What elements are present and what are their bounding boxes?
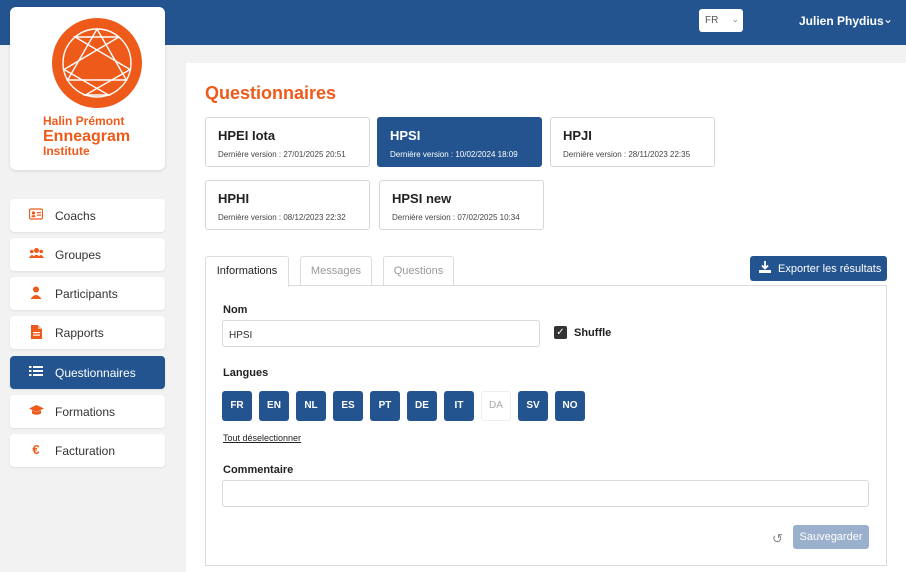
questionnaire-card[interactable]: HPSI new Dernière version : 07/02/2025 1… [379, 180, 544, 230]
questionnaire-card-selected[interactable]: HPSI Dernière version : 10/02/2024 18:09 [377, 117, 542, 167]
sidebar-item-label: Coachs [55, 209, 96, 223]
logo-card[interactable]: Halin Prémont Enneagram Institute [10, 7, 165, 170]
user-menu-chevron-icon[interactable]: ⌄ [883, 12, 893, 26]
language-select[interactable]: FR ⌄ [699, 9, 743, 32]
id-card-icon [28, 208, 44, 222]
sidebar-item-label: Formations [55, 405, 116, 419]
nom-label: Nom [223, 304, 248, 316]
sidebar-item-coachs[interactable]: Coachs [10, 199, 165, 232]
deselect-all-link[interactable]: Tout déselectionner [223, 433, 301, 443]
sidebar-item-rapports[interactable]: Rapports [10, 316, 165, 349]
euro-icon: € [32, 442, 40, 457]
users-icon [29, 247, 44, 261]
sidebar-item-facturation[interactable]: € Facturation [10, 434, 165, 467]
questionnaire-name: HPSI new [392, 191, 452, 206]
shuffle-checkbox[interactable]: ✓ [554, 326, 567, 339]
graduation-cap-icon [29, 404, 44, 418]
questionnaire-version: Dernière version : 28/11/2023 22:35 [563, 150, 691, 159]
chevron-down-icon: ⌄ [731, 14, 739, 24]
questionnaire-version: Dernière version : 08/12/2023 22:32 [218, 213, 346, 222]
language-chip-nl[interactable]: NL [296, 391, 326, 421]
nom-input[interactable]: HPSI [222, 320, 540, 347]
language-chip-sv[interactable]: SV [518, 391, 548, 421]
shuffle-label: Shuffle [574, 327, 612, 339]
sidebar-item-label: Questionnaires [55, 366, 136, 380]
export-results-label: Exporter les résultats [778, 263, 882, 275]
sidebar-item-formations[interactable]: Formations [10, 395, 165, 428]
language-chip-es[interactable]: ES [333, 391, 363, 421]
language-select-value: FR [705, 15, 719, 26]
enneagram-logo-icon [52, 18, 142, 108]
sidebar-item-label: Rapports [55, 326, 104, 340]
questionnaire-name: HPSI [390, 128, 421, 143]
tab-questions[interactable]: Questions [383, 256, 454, 286]
logo-line-1: Halin Prémont [43, 114, 125, 128]
questionnaire-version: Dernière version : 10/02/2024 18:09 [390, 150, 518, 159]
sidebar-item-label: Facturation [55, 444, 116, 458]
sidebar-item-label: Groupes [55, 248, 102, 262]
reset-icon[interactable]: ↺ [772, 531, 783, 547]
logo-line-3: Institute [43, 144, 90, 158]
save-button[interactable]: Sauvegarder [793, 525, 869, 549]
questionnaire-card[interactable]: HPEI Iota Dernière version : 27/01/2025 … [205, 117, 370, 167]
sidebar-item-groupes[interactable]: Groupes [10, 238, 165, 271]
questionnaire-name: HPHI [218, 191, 250, 206]
questionnaire-version: Dernière version : 27/01/2025 20:51 [218, 150, 346, 159]
tab-informations[interactable]: Informations [205, 256, 289, 287]
questionnaire-version: Dernière version : 07/02/2025 10:34 [392, 213, 520, 222]
page-title: Questionnaires [205, 83, 337, 103]
questionnaire-name: HPEI Iota [218, 128, 276, 143]
questionnaire-name: HPJI [563, 128, 592, 143]
export-results-button[interactable]: Exporter les résultats [750, 256, 887, 281]
logo-line-2: Enneagram [43, 128, 131, 145]
language-chip-da[interactable]: DA [481, 391, 511, 421]
list-icon [29, 365, 43, 379]
commentaire-input[interactable] [222, 480, 869, 507]
sidebar-item-questionnaires[interactable]: Questionnaires [10, 356, 165, 389]
language-chip-pt[interactable]: PT [370, 391, 400, 421]
user-name[interactable]: Julien Phydius [799, 14, 884, 28]
language-chip-fr[interactable]: FR [222, 391, 252, 421]
language-chip-de[interactable]: DE [407, 391, 437, 421]
questionnaire-card[interactable]: HPHI Dernière version : 08/12/2023 22:32 [205, 180, 370, 230]
language-chip-it[interactable]: IT [444, 391, 474, 421]
user-icon [29, 286, 43, 300]
tab-messages[interactable]: Messages [300, 256, 372, 286]
download-icon [759, 261, 771, 276]
sidebar-item-participants[interactable]: Participants [10, 277, 165, 310]
language-chip-en[interactable]: EN [259, 391, 289, 421]
file-icon [29, 325, 43, 339]
questionnaire-card[interactable]: HPJI Dernière version : 28/11/2023 22:35 [550, 117, 715, 167]
language-chip-no[interactable]: NO [555, 391, 585, 421]
commentaire-label: Commentaire [223, 464, 294, 476]
logo-text: Halin Prémont Enneagram Institute [43, 114, 130, 159]
langues-label: Langues [223, 367, 269, 379]
sidebar-item-label: Participants [55, 287, 118, 301]
